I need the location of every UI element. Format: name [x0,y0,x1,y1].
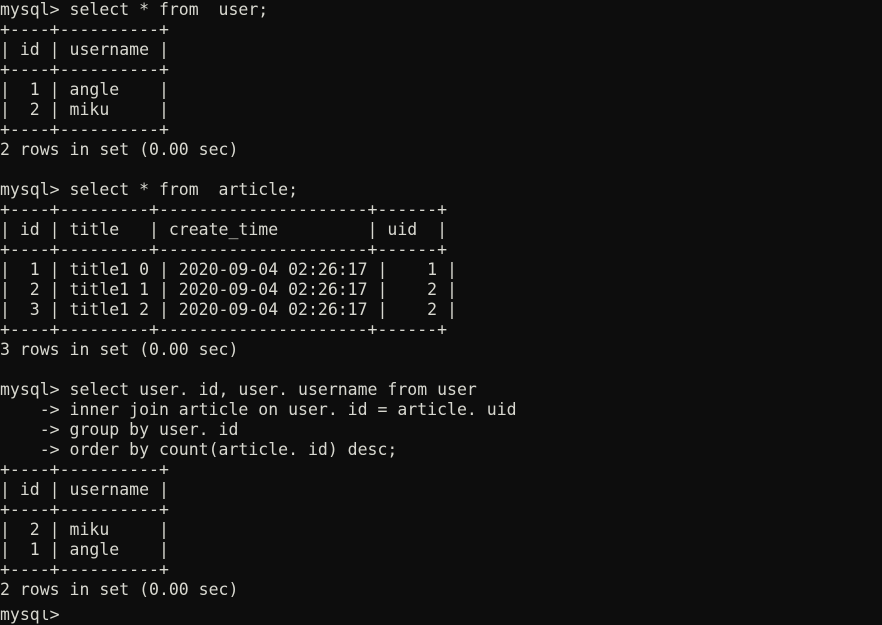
terminal-line: -> order by count(article. id) desc; [0,440,398,459]
terminal-line: +----+----------+ [0,560,169,579]
terminal-line: | 1 | angle | [0,540,169,559]
terminal-line: | id | title | create_time | uid | [0,220,448,239]
terminal-line: | id | username | [0,40,169,59]
terminal-line: +----+---------+---------------------+--… [0,200,448,219]
terminal-line: | 1 | title1 0 | 2020-09-04 02:26:17 | 1… [0,260,457,279]
terminal-line: 2 rows in set (0.00 sec) [0,580,239,599]
terminal-line: -> group by user. id [0,420,239,439]
terminal-line: mysql> select user. id, user. username f… [0,380,477,399]
terminal-line: | 3 | title1 2 | 2020-09-04 02:26:17 | 2… [0,300,457,319]
terminal-line: +----+---------+---------------------+--… [0,240,448,259]
terminal-line: 3 rows in set (0.00 sec) [0,340,239,359]
terminal-line: mysql> select * from user; [0,0,269,19]
terminal-line: +----+----------+ [0,20,169,39]
terminal-clipped-prompt-line: mysql> [0,610,882,625]
terminal-line: +----+---------+---------------------+--… [0,320,448,339]
terminal-line: +----+----------+ [0,460,169,479]
terminal-line: mysql> select * from article; [0,180,299,199]
terminal-line: 2 rows in set (0.00 sec) [0,140,239,159]
terminal-line: | 2 | title1 1 | 2020-09-04 02:26:17 | 2… [0,280,457,299]
terminal-line: | 2 | miku | [0,100,169,119]
terminal-line: +----+----------+ [0,500,169,519]
terminal-line: +----+----------+ [0,120,169,139]
clipped-prompt-text: mysql> [0,610,60,624]
terminal-line: | 1 | angle | [0,80,169,99]
terminal-output: mysql> select * from user; +----+--------… [0,0,882,620]
terminal-line: +----+----------+ [0,60,169,79]
terminal-line: -> inner join article on user. id = arti… [0,400,517,419]
terminal-window[interactable]: mysql> select * from user; +----+--------… [0,0,882,625]
terminal-line: | id | username | [0,480,169,499]
terminal-line: | 2 | miku | [0,520,169,539]
